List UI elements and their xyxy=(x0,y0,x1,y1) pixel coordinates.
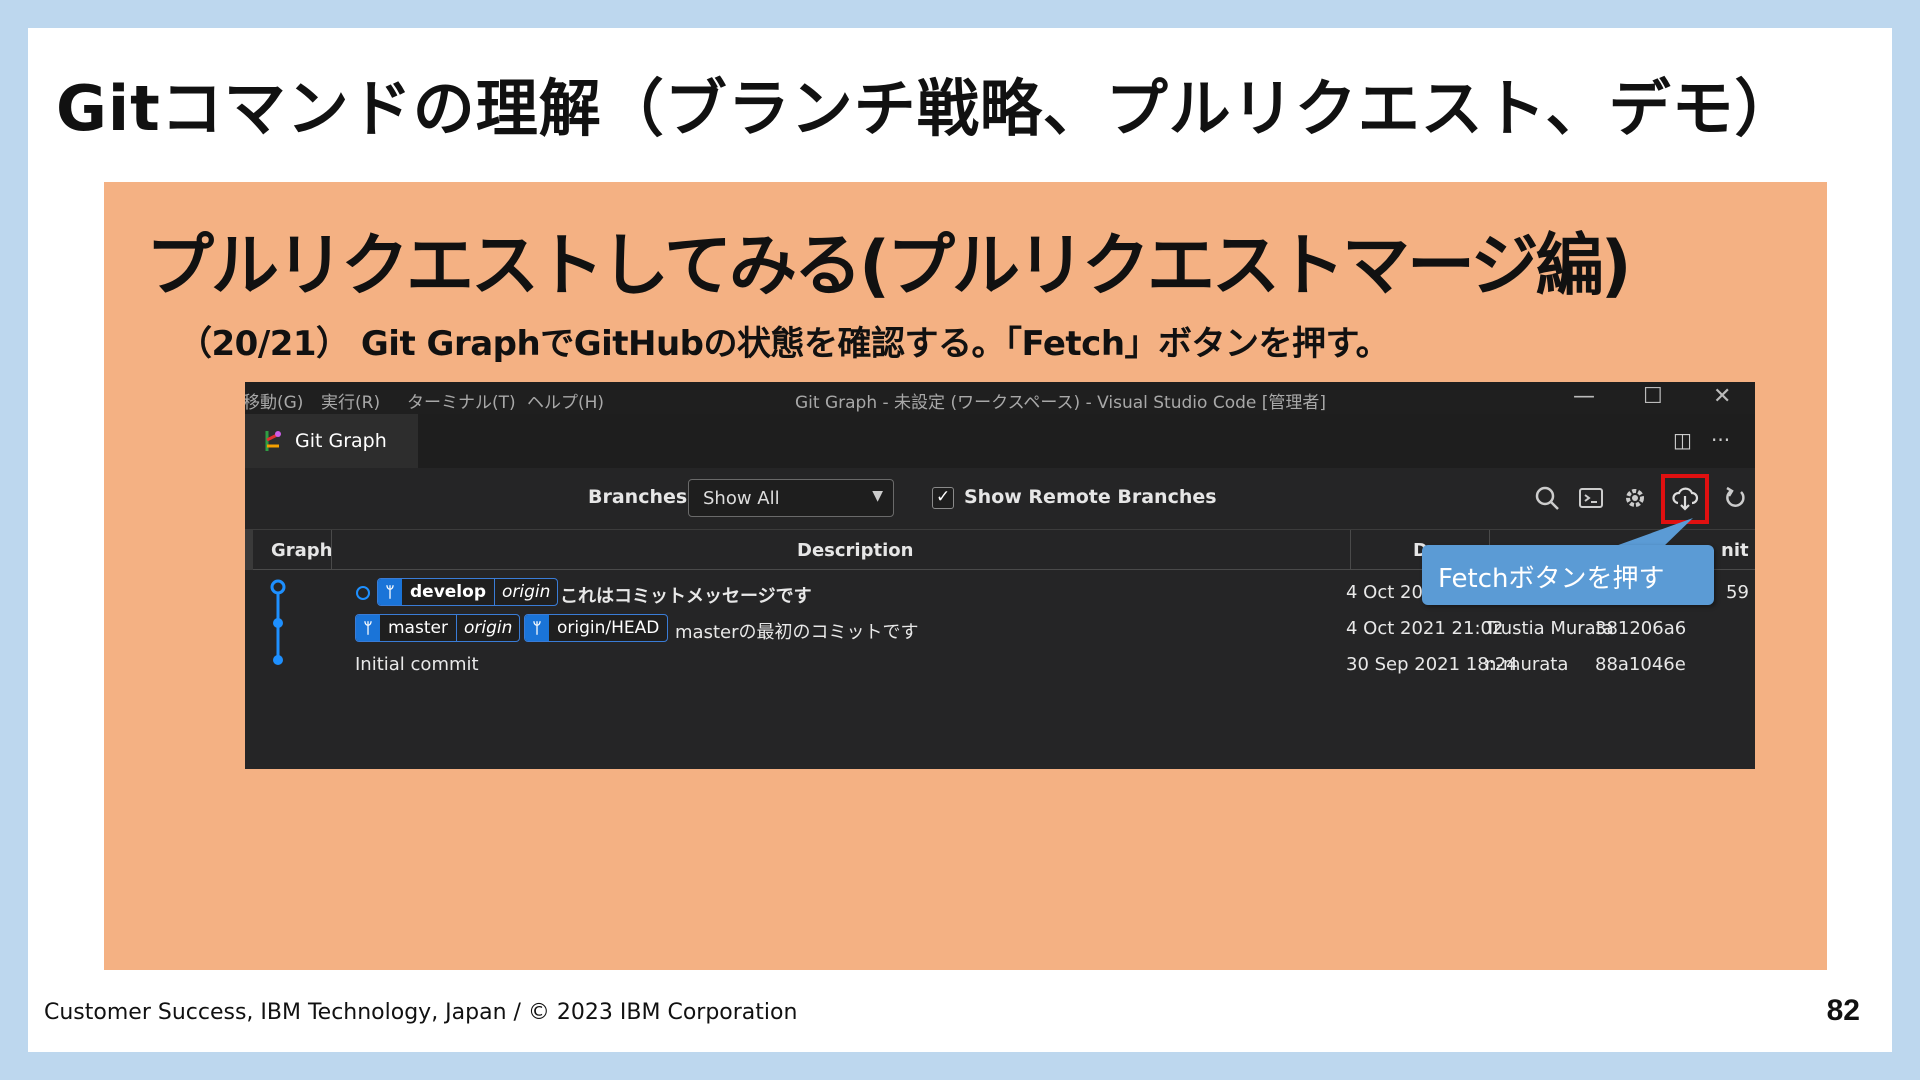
branch-ref-develop[interactable]: ᛘ develop origin xyxy=(377,578,559,606)
branch-icon: ᛘ xyxy=(356,615,380,641)
commit-message: これはコミットメッセージです xyxy=(560,586,812,607)
checkmark-icon: ✓ xyxy=(936,487,951,507)
show-remote-label: Show Remote Branches xyxy=(964,486,1217,508)
footer-text: Customer Success, IBM Technology, Japan … xyxy=(44,1000,798,1025)
header-graph: Graph xyxy=(271,540,333,561)
header-description: Description xyxy=(797,540,914,561)
git-graph-controls: Branches: Show All ▼ ✓ Show Remote Branc… xyxy=(245,468,1755,530)
fetch-callout: Fetchボタンを押す xyxy=(1422,545,1714,605)
table-row[interactable]: Initial commit 30 Sep 2021 18:24 n-murat… xyxy=(245,648,1755,684)
title-bar: 移動(G) 実行(R) ターミナル(T) ヘルプ(H) Git Graph - … xyxy=(245,382,1755,414)
git-graph-icon xyxy=(261,428,285,459)
commit-hash: 59 xyxy=(1726,582,1749,603)
header-commit: nit xyxy=(1721,540,1749,561)
branches-dropdown[interactable]: Show All ▼ xyxy=(688,479,894,517)
commit-message: Initial commit xyxy=(355,654,479,675)
commit-hash: 88a1046e xyxy=(1595,654,1686,675)
commit-message: masterの最初のコミットです xyxy=(675,622,919,643)
menu-help[interactable]: ヘルプ(H) xyxy=(527,388,604,413)
show-remote-checkbox[interactable]: ✓ xyxy=(932,487,954,509)
window-title: Git Graph - 未設定 (ワークスペース) - Visual Studi… xyxy=(795,393,1327,413)
branch-icon: ᛘ xyxy=(525,615,549,641)
page-number: 82 xyxy=(1826,994,1860,1027)
tab-bar: Git Graph ◫ ··· xyxy=(245,414,1755,468)
commit-hash: 381206a6 xyxy=(1595,618,1687,639)
panel-heading: プルリクエストしてみる(プルリクエストマージ編) xyxy=(146,227,1632,306)
branches-label: Branches: xyxy=(588,486,695,508)
commit-date: 4 Oct 20 xyxy=(1346,582,1423,603)
menu-terminal[interactable]: ターミナル(T) xyxy=(407,388,516,413)
chevron-down-icon: ▼ xyxy=(872,488,883,504)
branches-value: Show All xyxy=(703,488,780,509)
table-row[interactable]: ᛘ master origin ᛘ origin/HEAD masterの最初の… xyxy=(245,612,1755,648)
branch-ref-master[interactable]: ᛘ master origin xyxy=(355,614,521,642)
slide-title: Gitコマンドの理解（ブランチ戦略、プルリクエスト、デモ） xyxy=(56,72,1798,145)
branch-ref-origin-head[interactable]: ᛘ origin/HEAD xyxy=(524,614,669,642)
search-icon[interactable] xyxy=(1533,484,1561,512)
tab-label: Git Graph xyxy=(295,430,387,452)
refresh-icon[interactable] xyxy=(1721,484,1749,512)
tab-git-graph[interactable]: Git Graph xyxy=(245,414,418,468)
minimize-icon[interactable]: — xyxy=(1573,384,1595,409)
uncommitted-dot xyxy=(356,586,370,600)
close-icon[interactable]: ✕ xyxy=(1713,384,1731,409)
more-actions-icon[interactable]: ··· xyxy=(1711,428,1730,452)
commit-author: n-murata xyxy=(1485,654,1569,675)
panel-subheading: （20/21） Git GraphでGitHubの状態を確認する。「Fetch」… xyxy=(178,324,1390,364)
callout-text: Fetchボタンを押す xyxy=(1438,564,1665,594)
menu-run[interactable]: 実行(R) xyxy=(321,388,380,413)
split-editor-icon[interactable]: ◫ xyxy=(1673,428,1692,452)
menu-go[interactable]: 移動(G) xyxy=(245,388,303,413)
branch-icon: ᛘ xyxy=(378,579,402,605)
commit-date: 4 Oct 2021 21:02 xyxy=(1346,618,1504,639)
maximize-icon[interactable]: ☐ xyxy=(1643,384,1663,409)
